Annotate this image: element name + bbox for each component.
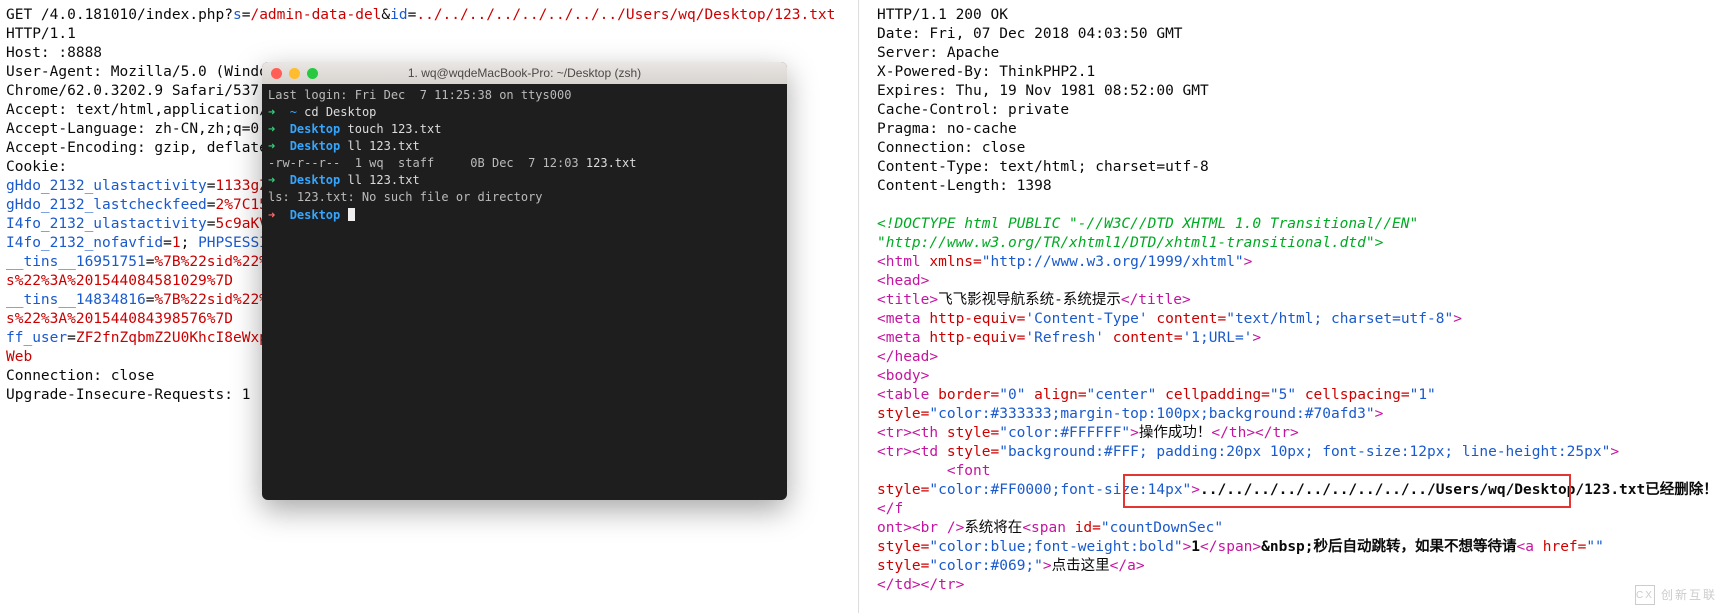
term-error: ls: 123.txt: No such file or directory <box>268 189 781 206</box>
req-s-key: s <box>233 7 242 23</box>
req-http-ver: HTTP/1.1 <box>6 26 76 42</box>
req-s-val: /admin-data-del <box>250 7 381 23</box>
tag: <head> <box>877 273 929 289</box>
req-uir: Upgrade-Insecure-Requests: 1 <box>6 387 250 403</box>
term-prompt[interactable]: ➜ Desktop <box>268 206 781 224</box>
resp-ctype: Content-Type: text/html; charset=utf-8 <box>877 159 1209 175</box>
cookie-line: s%22%3A%201544084581029%7D <box>6 273 233 289</box>
terminal-body[interactable]: Last login: Fri Dec 7 11:25:38 on ttys00… <box>262 84 787 227</box>
cookie-line: s%22%3A%201544084398576%7D <box>6 311 233 327</box>
resp-status: HTTP/1.1 200 OK <box>877 7 1008 23</box>
deleted-msg: ../../../../../../../../../Users/wq/Desk… <box>1200 482 1718 498</box>
doctype-line: "http://www.w3.org/TR/xhtml1/DTD/xhtml1-… <box>877 235 1383 251</box>
cookie-key: gHdo_2132_lastcheckfeed <box>6 197 207 213</box>
cookie-key: I4fo_2132_nofavfid <box>6 235 163 251</box>
cookie-key: __tins__16951751 <box>6 254 146 270</box>
resp-xpb: X-Powered-By: ThinkPHP2.1 <box>877 64 1095 80</box>
cookie-key: __tins__14834816 <box>6 292 146 308</box>
resp-pragma: Pragma: no-cache <box>877 121 1017 137</box>
logo-icon: CX <box>1635 585 1655 605</box>
resp-cc: Cache-Control: private <box>877 102 1069 118</box>
watermark: CX 创新互联 <box>1635 585 1717 605</box>
term-line: ➜ Desktop ll 123.txt <box>268 172 781 189</box>
resp-date: Date: Fri, 07 Dec 2018 04:03:50 GMT <box>877 26 1183 42</box>
cursor-icon <box>348 208 355 221</box>
term-ls-out: -rw-r--r-- 1 wq staff 0B Dec 7 12:03 123… <box>268 155 781 172</box>
doctype-line: <!DOCTYPE html PUBLIC "-//W3C//DTD XHTML… <box>877 216 1418 232</box>
req-ua2: Chrome/62.0.3202.9 Safari/537.36 <box>6 82 264 101</box>
cookie-val: 1 <box>172 235 181 251</box>
terminal-titlebar[interactable]: 1. wq@wqdeMacBook-Pro: ~/Desktop (zsh) <box>262 62 787 84</box>
term-line: ➜ ~ cd Desktop <box>268 104 781 121</box>
req-method: GET <box>6 7 32 23</box>
req-al: Accept-Language: zh-CN,zh;q=0.8,en;q=0.6 <box>6 120 264 139</box>
req-conn: Connection: close <box>6 368 154 384</box>
terminal-title: 1. wq@wqdeMacBook-Pro: ~/Desktop (zsh) <box>262 65 787 82</box>
page-title-text: 飞飞影视导航系统-系统提示 <box>938 292 1121 308</box>
cookie-val: ZF2fnZqbmZ2U0KhcI8eWxp <box>76 329 268 348</box>
cookie-key: ff_user <box>6 330 67 346</box>
req-host: Host: <box>6 45 58 61</box>
resp-clen: Content-Length: 1398 <box>877 178 1052 194</box>
term-line: ➜ Desktop ll 123.txt <box>268 138 781 155</box>
req-trailer: Web <box>6 349 32 365</box>
term-line: ➜ Desktop touch 123.txt <box>268 121 781 138</box>
resp-server: Server: Apache <box>877 45 999 61</box>
req-path-prefix: /4.0.181010/index.php? <box>32 7 233 23</box>
resp-expires: Expires: Thu, 19 Nov 1981 08:52:00 GMT <box>877 83 1209 99</box>
req-cookie-label: Cookie: <box>6 159 67 175</box>
terminal-window[interactable]: 1. wq@wqdeMacBook-Pro: ~/Desktop (zsh) L… <box>262 62 787 500</box>
req-ae: Accept-Encoding: gzip, deflate <box>6 139 264 158</box>
req-ua1: User-Agent: Mozilla/5.0 (Windows NT 10.0… <box>6 63 264 82</box>
cookie-key: gHdo_2132_ulastactivity <box>6 178 207 194</box>
cookie-key: I4fo_2132_ulastactivity <box>6 216 207 232</box>
req-id-val: ../../../../../../../../Users/wq/Desktop… <box>416 7 835 23</box>
last-login: Last login: Fri Dec 7 11:25:38 on ttys00… <box>268 87 781 104</box>
success-text: 操作成功！ <box>1139 425 1212 441</box>
resp-conn: Connection: close <box>877 140 1025 156</box>
req-accept: Accept: text/html,application/xhtml+xml,… <box>6 101 264 120</box>
http-response-panel[interactable]: HTTP/1.1 200 OK Date: Fri, 07 Dec 2018 0… <box>859 0 1729 613</box>
req-id-key: id <box>390 7 407 23</box>
tag: <html <box>877 254 921 270</box>
